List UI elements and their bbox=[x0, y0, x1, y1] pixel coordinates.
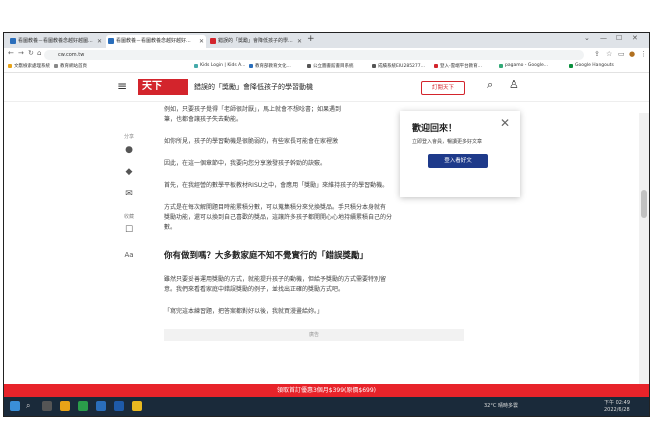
app-icon[interactable] bbox=[78, 401, 88, 411]
section-heading: 你有做到嗎？大多數家庭不知不覺實行的「錯誤獎勵」 bbox=[164, 251, 369, 261]
new-tab-button[interactable]: + bbox=[307, 34, 315, 44]
paragraph: 意。我們來看看家庭中錯誤獎勵的例子，並找出正確的獎勵方式吧。 bbox=[164, 286, 345, 293]
bookmark-item[interactable]: 教育部教育文化... bbox=[249, 63, 291, 69]
more-menu-icon[interactable]: ⋮ bbox=[640, 50, 647, 58]
bookmark-item[interactable]: Kids Login | Kids A... bbox=[194, 63, 245, 68]
share-icon[interactable]: ⇪ bbox=[594, 50, 600, 58]
email-icon[interactable]: ✉ bbox=[109, 189, 149, 199]
facebook-icon[interactable]: ● bbox=[109, 145, 149, 155]
forward-icon[interactable]: → bbox=[18, 49, 24, 57]
word-icon[interactable] bbox=[114, 401, 124, 411]
site-logo[interactable]: 天下 bbox=[138, 79, 188, 95]
bookmark-item[interactable]: pagamo - Google... bbox=[499, 63, 548, 68]
hamburger-menu-icon[interactable]: ≡ bbox=[117, 79, 127, 93]
maximize-icon[interactable]: ☐ bbox=[616, 34, 622, 42]
search-icon[interactable]: ⌕ bbox=[26, 401, 36, 411]
close-tab-icon[interactable]: ✕ bbox=[97, 35, 102, 48]
search-icon[interactable]: ⌕ bbox=[487, 78, 493, 92]
reload-icon[interactable]: ↻ bbox=[28, 49, 34, 57]
edge-icon[interactable] bbox=[96, 401, 106, 411]
paragraph: 雖然只要妥善運用獎勵的方式，就能提升孩子的動機，但給予獎勵的方式需要特別留 bbox=[164, 276, 387, 283]
bookmark-item[interactable]: 登入-雲端平台教育... bbox=[434, 63, 482, 69]
bookmark-item[interactable]: Google Hangouts bbox=[569, 63, 614, 68]
user-icon[interactable]: ♙ bbox=[509, 78, 519, 91]
save-label: 收藏 bbox=[123, 214, 134, 220]
close-tab-icon[interactable]: ✕ bbox=[297, 35, 302, 48]
close-icon[interactable]: ✕ bbox=[500, 116, 510, 130]
tab-1[interactable]: 看圖教養－看圖教養念越好越圖... ✕ bbox=[8, 35, 104, 48]
weather-status[interactable]: 32°C 晴時多雲 bbox=[484, 402, 518, 409]
login-popup: 歡迎回來！ ✕ 立即登入會員，暢讀更多好文章 登入看好文 bbox=[400, 111, 520, 197]
tab-1-label: 看圖教養－看圖教養念越好越圖... bbox=[18, 38, 93, 44]
line-icon[interactable]: ◆ bbox=[109, 167, 149, 177]
bookmark-item[interactable]: 教育網站首頁 bbox=[54, 63, 87, 69]
bookmark-icon[interactable]: ☐ bbox=[109, 225, 149, 235]
login-button[interactable]: 登入看好文 bbox=[428, 154, 488, 168]
browser-toolbar: ← → ↻ ⌂ cw.com.tw ⇪ ☆ ▭ ● ⋮ bbox=[4, 48, 649, 62]
close-tab-icon[interactable]: ✕ bbox=[199, 35, 204, 48]
clock-date[interactable]: 2022/6/28 bbox=[604, 407, 630, 413]
paragraph: 數。 bbox=[164, 224, 177, 231]
web-page: ≡ 天下 錯誤的「獎勵」會降低孩子的學習動機 訂閱天下 ⌕ ♙ 分享 ● ◆ ✉… bbox=[4, 73, 649, 384]
paragraph: 方式是在每次解開題目時能累積分數，可以蒐集積分來兌換獎品。手只積分本身就有 bbox=[164, 204, 387, 211]
subscribe-button[interactable]: 訂閱天下 bbox=[421, 81, 465, 95]
site-favicon-icon bbox=[108, 38, 114, 44]
tab-3-label: 錯誤的「獎勵」會降低孩子的學... bbox=[218, 38, 293, 44]
paragraph: 「寫完這本練習題，把答案都對好以後，我就買漫畫給妳。」 bbox=[164, 308, 324, 315]
font-size-icon[interactable]: Aa bbox=[109, 251, 149, 259]
browser-window: 看圖教養－看圖教養念越好越圖... ✕ 看圖教養－看圖教養念越好越好... ✕ … bbox=[3, 32, 650, 417]
chevron-down-icon[interactable]: ⌄ bbox=[584, 34, 590, 42]
clock-time[interactable]: 下午 02:49 bbox=[604, 399, 630, 406]
header-article-title: 錯誤的「獎勵」會降低孩子的學習動機 bbox=[194, 83, 313, 91]
star-icon[interactable]: ☆ bbox=[606, 50, 612, 58]
site-header: ≡ 天下 錯誤的「獎勵」會降低孩子的學習動機 訂閱天下 ⌕ ♙ bbox=[4, 73, 649, 102]
windows-taskbar: ⌕ 32°C 晴時多雲 下午 02:49 2022/6/28 bbox=[4, 397, 649, 416]
address-bar[interactable]: cw.com.tw bbox=[44, 50, 584, 60]
file-explorer-icon[interactable] bbox=[60, 401, 70, 411]
chrome-icon[interactable] bbox=[132, 401, 142, 411]
page-scrollbar[interactable] bbox=[639, 113, 649, 384]
sidepanel-icon[interactable]: ▭ bbox=[618, 50, 625, 58]
promo-banner[interactable]: 領取首訂優惠3個月$399(原價$699) bbox=[4, 384, 649, 397]
address-text: cw.com.tw bbox=[58, 52, 85, 58]
task-view-icon[interactable] bbox=[42, 401, 52, 411]
bookmark-item[interactable]: 文獻檢索處理系統 bbox=[8, 63, 50, 69]
tab-2[interactable]: 看圖教養－看圖教養念越好越好... ✕ bbox=[106, 35, 206, 48]
windows-start-icon[interactable] bbox=[10, 401, 20, 411]
paragraph: 獎勵功能，還可以換到自己喜歡的獎品，這讓許多孩子都開開心心地持續累積自己的分 bbox=[164, 214, 393, 221]
close-window-icon[interactable]: ✕ bbox=[632, 34, 638, 42]
scrollbar-thumb[interactable] bbox=[641, 190, 647, 218]
bookmark-item[interactable]: 成績系統EIU285277... bbox=[372, 63, 425, 69]
profile-avatar-icon[interactable]: ● bbox=[629, 50, 635, 58]
tab-strip: 看圖教養－看圖教養念越好越圖... ✕ 看圖教養－看圖教養念越好越好... ✕ … bbox=[4, 33, 649, 48]
popup-description: 立即登入會員，暢讀更多好文章 bbox=[412, 139, 483, 145]
tab-2-label: 看圖教養－看圖教養念越好越好... bbox=[116, 38, 191, 44]
home-icon[interactable]: ⌂ bbox=[37, 49, 41, 57]
bookmark-item[interactable]: 公立圖書館書目系統 bbox=[307, 63, 354, 69]
tab-3[interactable]: 錯誤的「獎勵」會降低孩子的學... ✕ bbox=[208, 35, 304, 48]
site-favicon-icon bbox=[10, 38, 16, 44]
popup-title: 歡迎回來！ bbox=[412, 124, 458, 134]
site-favicon-icon bbox=[210, 38, 216, 44]
bookmarks-bar: 文獻檢索處理系統 教育網站首頁 Kids Login | Kids A... 教… bbox=[4, 62, 649, 73]
back-icon[interactable]: ← bbox=[8, 49, 14, 57]
ad-label: 廣告 bbox=[164, 329, 464, 341]
share-label: 分享 bbox=[123, 134, 134, 140]
minimize-icon[interactable]: — bbox=[600, 34, 607, 42]
